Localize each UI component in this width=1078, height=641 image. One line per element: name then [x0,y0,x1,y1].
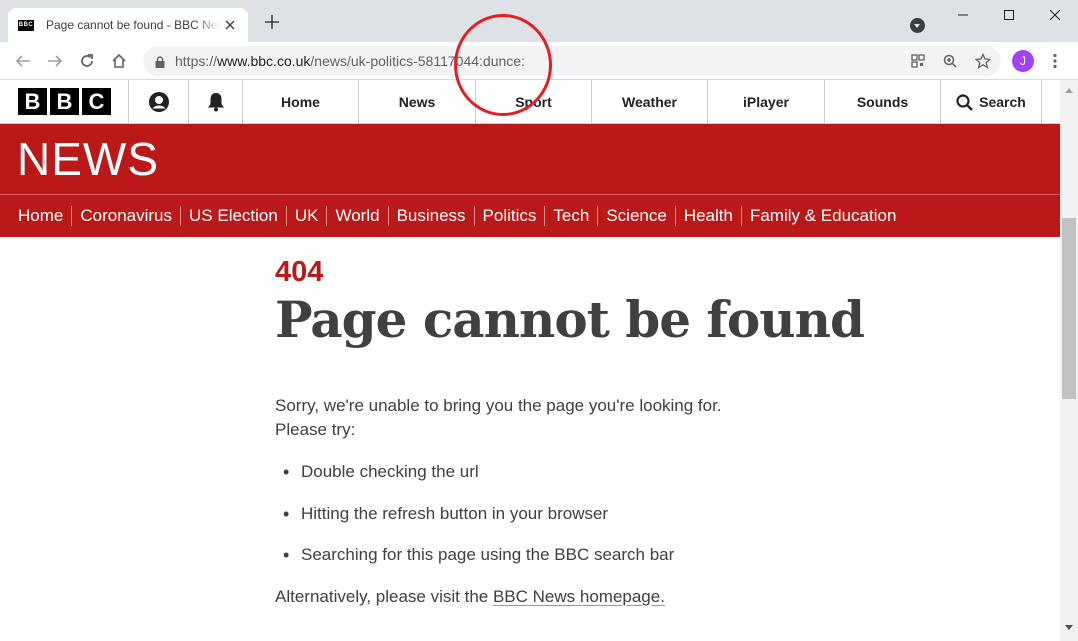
profile-avatar[interactable]: J [1012,50,1034,72]
notifications-bell-icon[interactable] [188,80,242,124]
alternative-text: Alternatively, please visit the BBC News… [275,585,665,609]
web-page: B B C Home News Sport Weather iPlayer So… [0,80,1060,641]
tab-strip: BBC Page cannot be found - BBC News [0,0,1078,42]
gnav-news[interactable]: News [358,80,475,124]
gnav-search[interactable]: Search [940,80,1042,124]
list-item: Double checking the url [283,460,674,502]
scroll-thumb[interactable] [1062,218,1076,399]
error-code: 404 [275,256,324,288]
lock-icon[interactable] [155,55,165,73]
news-nav-home[interactable]: Home [10,206,71,226]
news-nav-health[interactable]: Health [674,206,741,226]
new-tab-icon[interactable] [262,12,282,32]
qr-code-icon[interactable] [909,52,927,70]
news-banner: NEWS Home Coronavirus US Election UK Wor… [0,124,1060,237]
browser-toolbar: https://www.bbc.co.uk/news/uk-politics-5… [0,42,1078,80]
scroll-up-icon[interactable] [1065,88,1073,93]
news-nav-uk[interactable]: UK [285,206,327,226]
gnav-iplayer[interactable]: iPlayer [707,80,824,124]
bbc-favicon-icon: BBC [18,19,34,31]
gnav-sounds[interactable]: Sounds [824,80,940,124]
error-intro-line1: Sorry, we're unable to bring you the pag… [275,396,722,415]
search-icon [956,93,973,111]
gnav-home[interactable]: Home [242,80,358,124]
address-bar[interactable]: https://www.bbc.co.uk/news/uk-politics-5… [143,46,1001,76]
news-nav-family-education[interactable]: Family & Education [740,206,904,226]
maximize-icon[interactable] [986,0,1032,30]
tab-close-icon[interactable] [222,17,238,33]
bbc-logo[interactable]: B B C [18,88,111,115]
list-item: Hitting the refresh button in your brows… [283,502,674,544]
bbc-logo-letter: B [18,88,47,115]
list-item: Searching for this page using the BBC se… [283,543,674,585]
search-label: Search [979,94,1026,110]
scroll-down-icon[interactable] [1065,625,1073,630]
news-nav-business[interactable]: Business [387,206,474,226]
gnav-sport[interactable]: Sport [475,80,591,124]
home-icon[interactable] [108,50,130,72]
menu-dots-icon[interactable] [1048,50,1062,72]
suggestions-list: Double checking the url Hitting the refr… [283,460,674,585]
account-icon[interactable] [128,80,188,124]
bookmark-star-icon[interactable] [974,52,992,70]
news-nav-us-election[interactable]: US Election [180,206,286,226]
zoom-icon[interactable] [941,52,959,70]
minimize-icon[interactable] [940,0,986,30]
url-text[interactable]: https://www.bbc.co.uk/news/uk-politics-5… [175,53,525,69]
bbc-global-nav: B B C Home News Sport Weather iPlayer So… [0,80,1060,124]
gnav-weather[interactable]: Weather [591,80,707,124]
news-nav-coronavirus[interactable]: Coronavirus [71,206,180,226]
browser-tab[interactable]: BBC Page cannot be found - BBC News [8,8,248,42]
bbc-logo-letter: C [82,88,111,115]
error-intro-line2: Please try: [275,420,356,439]
news-divider [0,194,1060,195]
news-nav-world[interactable]: World [326,206,387,226]
news-brand-logo[interactable]: NEWS [17,132,159,186]
page-title: Page cannot be found [275,290,865,349]
bbc-logo-letter: B [50,88,79,115]
tab-title: Page cannot be found - BBC News [46,18,221,32]
back-arrow-icon[interactable] [12,50,34,72]
tab-search-icon[interactable] [910,18,925,33]
news-nav-politics[interactable]: Politics [473,206,545,226]
alternative-prefix: Alternatively, please visit the [275,587,493,606]
window-close-icon[interactable] [1032,0,1078,30]
reload-icon[interactable] [76,50,98,72]
news-nav-science[interactable]: Science [597,206,674,226]
bbc-news-homepage-link[interactable]: BBC News homepage. [493,587,665,606]
page-scrollbar[interactable] [1060,80,1078,641]
forward-arrow-icon[interactable] [44,50,66,72]
news-nav-tech[interactable]: Tech [544,206,597,226]
news-section-nav: Home Coronavirus US Election UK World Bu… [10,204,904,228]
